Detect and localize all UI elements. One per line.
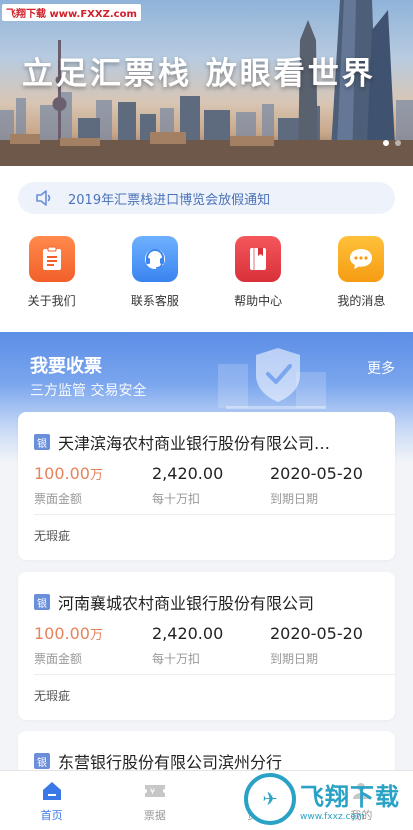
banner-title: 立足汇票栈 放眼看世界 bbox=[22, 56, 376, 92]
due-date-stat: 2020-05-20 到期日期 bbox=[270, 624, 388, 674]
carousel-dot[interactable] bbox=[395, 140, 401, 146]
due-date: 2020-05-20 bbox=[270, 464, 363, 483]
quick-item-service[interactable]: 联系客服 bbox=[103, 236, 206, 316]
flaw-status: 无瑕疵 bbox=[34, 529, 71, 543]
shield-illustration bbox=[218, 348, 326, 409]
quick-item-about[interactable]: 关于我们 bbox=[0, 236, 103, 316]
flaw-status: 无瑕疵 bbox=[34, 689, 71, 703]
banner-carousel[interactable]: 飞翔下载 www.FXXZ.com 立足汇票栈 放眼看世界 bbox=[0, 0, 413, 166]
due-date: 2020-05-20 bbox=[270, 624, 363, 643]
face-amount-unit: 万 bbox=[89, 468, 103, 483]
tab-bills[interactable]: ¥ 票据 bbox=[103, 771, 206, 830]
quick-item-messages[interactable]: 我的消息 bbox=[310, 236, 413, 316]
quick-item-help[interactable]: 帮助中心 bbox=[207, 236, 310, 316]
carousel-indicator bbox=[383, 140, 401, 146]
quick-label-help: 帮助中心 bbox=[234, 294, 283, 308]
bill-card[interactable]: 银 天津滨海农村商业银行股份有限公司… 100.00万 票面金额 2,420.0… bbox=[18, 412, 395, 560]
face-amount-stat: 100.00万 票面金额 bbox=[34, 624, 152, 674]
quick-label-messages: 我的消息 bbox=[337, 294, 386, 308]
speaker-icon bbox=[36, 190, 51, 206]
watermark-logo-icon: ✈ bbox=[244, 773, 296, 825]
face-amount-label: 票面金额 bbox=[34, 492, 83, 506]
quick-nav: 关于我们 联系客服 帮助中心 我的消息 bbox=[0, 236, 413, 316]
book-icon bbox=[235, 236, 282, 282]
face-amount-unit: 万 bbox=[89, 628, 103, 643]
quick-label-about: 关于我们 bbox=[27, 294, 76, 308]
home-icon bbox=[42, 782, 61, 800]
top-section: 2019年汇票栈进口博览会放假通知 关于我们 联系客服 帮助中心 我的消息 bbox=[0, 166, 413, 332]
carousel-dot-active[interactable] bbox=[383, 140, 389, 146]
due-date-label: 到期日期 bbox=[270, 652, 319, 666]
bank-badge: 银 bbox=[34, 753, 50, 769]
watermark-main-text: 飞翔下载 bbox=[300, 782, 400, 811]
discount-stat: 2,420.00 每十万扣 bbox=[152, 464, 270, 514]
chat-bubble-icon bbox=[338, 236, 385, 282]
quick-label-service: 联系客服 bbox=[130, 294, 179, 308]
collect-subtitle: 三方监管 交易安全 bbox=[30, 383, 147, 399]
due-date-label: 到期日期 bbox=[270, 492, 319, 506]
due-date-stat: 2020-05-20 到期日期 bbox=[270, 464, 388, 514]
bill-card[interactable]: 银 河南襄城农村商业银行股份有限公司 100.00万 票面金额 2,420.00… bbox=[18, 572, 395, 720]
bank-name: 河南襄城农村商业银行股份有限公司 bbox=[58, 594, 315, 613]
notice-bar[interactable]: 2019年汇票栈进口博览会放假通知 bbox=[18, 182, 395, 214]
bank-badge: 银 bbox=[34, 594, 50, 610]
tab-label-home: 首页 bbox=[40, 809, 63, 822]
download-site-watermark: 飞翔下载 www.FXXZ.com bbox=[2, 4, 141, 21]
headset-icon bbox=[131, 236, 178, 282]
discount-label: 每十万扣 bbox=[152, 652, 201, 666]
discount-value: 2,420.00 bbox=[152, 464, 224, 483]
face-amount-stat: 100.00万 票面金额 bbox=[34, 464, 152, 514]
ticket-icon: ¥ bbox=[144, 785, 165, 797]
collect-title: 我要收票 bbox=[30, 356, 102, 377]
more-link[interactable]: 更多 bbox=[367, 358, 395, 378]
bank-name: 天津滨海农村商业银行股份有限公司… bbox=[58, 434, 331, 453]
clipboard-icon bbox=[28, 236, 75, 282]
watermark-sub-text: www.fxxz.com bbox=[300, 811, 365, 822]
face-amount-label: 票面金额 bbox=[34, 652, 83, 666]
svg-text:¥: ¥ bbox=[150, 787, 155, 796]
tab-label-bills: 票据 bbox=[143, 809, 166, 822]
corner-watermark-logo: ✈ 飞翔下载 www.fxxz.com bbox=[244, 768, 413, 830]
discount-label: 每十万扣 bbox=[152, 492, 201, 506]
discount-value: 2,420.00 bbox=[152, 624, 224, 643]
discount-stat: 2,420.00 每十万扣 bbox=[152, 624, 270, 674]
tab-home[interactable]: 首页 bbox=[0, 771, 103, 830]
notice-text[interactable]: 2019年汇票栈进口博览会放假通知 bbox=[68, 189, 270, 208]
bank-badge: 银 bbox=[34, 434, 50, 450]
face-amount: 100.00 bbox=[34, 464, 90, 483]
face-amount: 100.00 bbox=[34, 624, 90, 643]
